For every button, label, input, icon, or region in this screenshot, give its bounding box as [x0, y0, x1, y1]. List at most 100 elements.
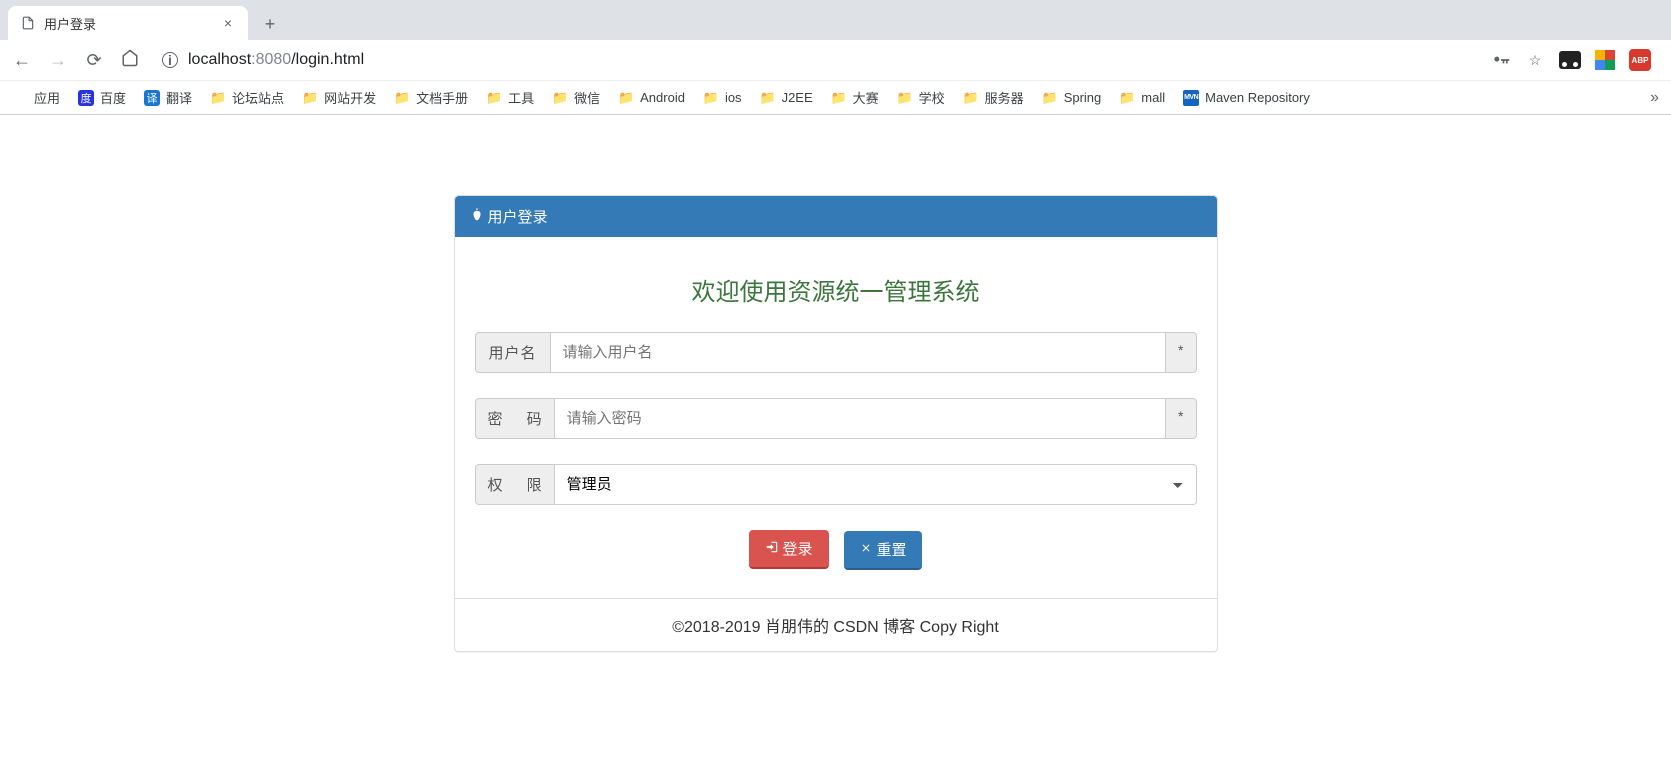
bookmark-maven[interactable]: MVN Maven Repository — [1183, 90, 1310, 106]
home-button[interactable] — [118, 49, 142, 72]
folder-icon: 📁 — [1042, 90, 1058, 106]
bookmark-label: ios — [725, 90, 742, 105]
username-label: 用户名 — [475, 332, 551, 373]
bookmark-server[interactable]: 📁 服务器 — [963, 88, 1024, 107]
login-panel: 用户登录 欢迎使用资源统一管理系统 用户名 * 密 码 * 权 限 管理员 — [454, 195, 1218, 652]
signin-icon — [765, 540, 779, 558]
bookmark-tools[interactable]: 📁 工具 — [486, 88, 534, 107]
abp-icon[interactable]: ABP — [1629, 49, 1651, 71]
mvn-icon: MVN — [1183, 90, 1199, 106]
bookmark-wechat[interactable]: 📁 微信 — [552, 88, 600, 107]
required-mark: * — [1166, 332, 1196, 373]
bookmark-contest[interactable]: 📁 大赛 — [831, 88, 879, 107]
folder-icon: 📁 — [897, 90, 913, 106]
bookmark-label: 翻译 — [166, 88, 192, 107]
folder-icon: 📁 — [394, 90, 410, 106]
bookmark-label: 百度 — [100, 88, 126, 107]
tab-title: 用户登录 — [44, 14, 212, 33]
login-button-label: 登录 — [783, 538, 813, 559]
bookmark-docs[interactable]: 📁 文档手册 — [394, 88, 468, 107]
extension-icon-1[interactable] — [1559, 51, 1581, 69]
bookmarks-overflow-button[interactable]: » — [1650, 89, 1659, 107]
bookmark-webdev[interactable]: 📁 网站开发 — [302, 88, 376, 107]
password-input[interactable] — [555, 398, 1166, 439]
browser-chrome: 用户登录 × + ← → ⟳ i localhost:8080/login.ht… — [0, 0, 1671, 115]
folder-icon: 📁 — [703, 90, 719, 106]
bookmark-baidu[interactable]: 度 百度 — [78, 88, 126, 107]
bookmark-label: 应用 — [34, 88, 60, 107]
folder-icon: 📁 — [618, 90, 634, 106]
role-label: 权 限 — [475, 464, 555, 505]
info-icon[interactable]: i — [162, 52, 178, 68]
translate-icon: 译 — [144, 90, 160, 106]
bookmark-label: 论坛站点 — [232, 88, 284, 107]
bookmark-label: 微信 — [574, 88, 600, 107]
required-mark: * — [1166, 398, 1196, 439]
baidu-icon: 度 — [78, 90, 94, 106]
username-group: 用户名 * — [475, 332, 1197, 373]
bookmark-label: 大赛 — [853, 88, 879, 107]
panel-body: 欢迎使用资源统一管理系统 用户名 * 密 码 * 权 限 管理员 — [455, 237, 1217, 598]
bookmark-label: Maven Repository — [1205, 90, 1310, 105]
folder-icon: 📁 — [210, 90, 226, 106]
extension-icon-2[interactable] — [1595, 50, 1615, 70]
toolbar-right: ☆ ABP — [1491, 49, 1661, 71]
reset-button[interactable]: 重置 — [844, 531, 922, 570]
bookmarks-bar: 应用 度 百度 译 翻译 📁 论坛站点 📁 网站开发 📁 文档手册 📁 工具 📁 — [0, 80, 1671, 114]
welcome-heading: 欢迎使用资源统一管理系统 — [475, 272, 1197, 307]
bookmark-label: 网站开发 — [324, 88, 376, 107]
tab-bar: 用户登录 × + — [0, 0, 1671, 40]
back-button[interactable]: ← — [10, 50, 34, 71]
bookmark-android[interactable]: 📁 Android — [618, 90, 685, 106]
document-icon — [20, 15, 36, 31]
panel-title: 用户登录 — [488, 206, 548, 227]
bookmark-label: J2EE — [782, 90, 813, 105]
bookmark-forum[interactable]: 📁 论坛站点 — [210, 88, 284, 107]
button-row: 登录 重置 — [475, 530, 1197, 578]
forward-button[interactable]: → — [46, 50, 70, 71]
star-icon[interactable]: ☆ — [1525, 50, 1545, 70]
bookmark-translate[interactable]: 译 翻译 — [144, 88, 192, 107]
apple-icon — [470, 207, 484, 227]
password-label: 密 码 — [475, 398, 555, 439]
new-tab-button[interactable]: + — [256, 10, 284, 38]
bookmark-label: 服务器 — [985, 88, 1024, 107]
reset-button-label: 重置 — [876, 539, 906, 560]
folder-icon: 📁 — [302, 90, 318, 106]
bookmark-label: 文档手册 — [416, 88, 468, 107]
close-icon[interactable]: × — [220, 15, 236, 31]
bookmark-mall[interactable]: 📁 mall — [1119, 90, 1165, 106]
folder-icon: 📁 — [486, 90, 502, 106]
bookmark-j2ee[interactable]: 📁 J2EE — [760, 90, 813, 106]
bookmark-label: 学校 — [919, 88, 945, 107]
login-button[interactable]: 登录 — [749, 530, 829, 569]
folder-icon: 📁 — [552, 90, 568, 106]
bookmark-label: mall — [1141, 90, 1165, 105]
page-content: 用户登录 欢迎使用资源统一管理系统 用户名 * 密 码 * 权 限 管理员 — [0, 115, 1671, 652]
panel-heading: 用户登录 — [455, 196, 1217, 237]
bookmark-label: Android — [640, 90, 685, 105]
folder-icon: 📁 — [963, 90, 979, 106]
bookmark-apps[interactable]: 应用 — [12, 88, 60, 107]
bookmark-label: Spring — [1064, 90, 1102, 105]
key-icon[interactable] — [1491, 50, 1511, 70]
bookmark-ios[interactable]: 📁 ios — [703, 90, 742, 106]
panel-footer: ©2018-2019 肖朋伟的 CSDN 博客 Copy Right — [455, 598, 1217, 651]
browser-tab[interactable]: 用户登录 × — [8, 6, 248, 40]
username-input[interactable] — [551, 332, 1167, 373]
folder-icon: 📁 — [1119, 90, 1135, 106]
address-bar[interactable]: i localhost:8080/login.html — [154, 51, 1479, 69]
bookmark-school[interactable]: 📁 学校 — [897, 88, 945, 107]
apps-icon — [12, 90, 28, 106]
role-group: 权 限 管理员 — [475, 464, 1197, 505]
folder-icon: 📁 — [831, 90, 847, 106]
close-icon — [860, 541, 872, 558]
reload-button[interactable]: ⟳ — [82, 50, 106, 71]
role-select[interactable]: 管理员 — [555, 464, 1197, 505]
folder-icon: 📁 — [760, 90, 776, 106]
bookmark-spring[interactable]: 📁 Spring — [1042, 90, 1102, 106]
nav-bar: ← → ⟳ i localhost:8080/login.html ☆ ABP — [0, 40, 1671, 80]
bookmark-label: 工具 — [508, 88, 534, 107]
url-text: localhost:8080/login.html — [188, 51, 364, 69]
password-group: 密 码 * — [475, 398, 1197, 439]
